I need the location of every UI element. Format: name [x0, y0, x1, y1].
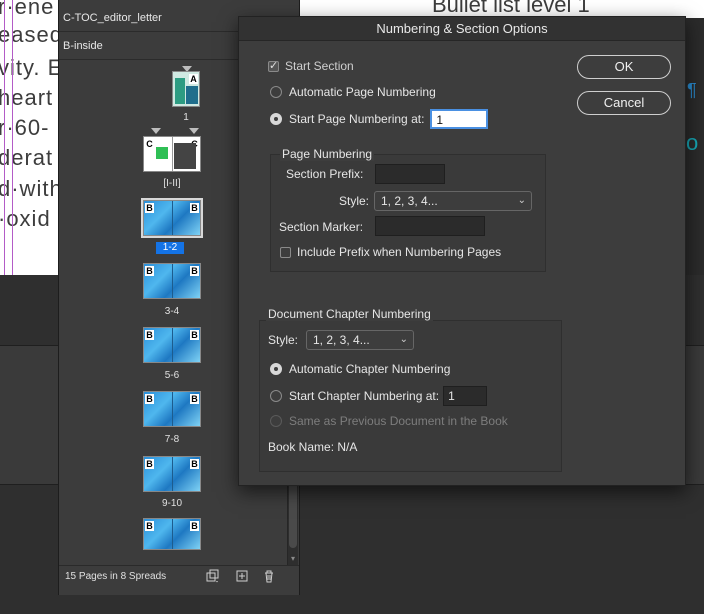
pages-panel-footer: 15 Pages in 8 Spreads: [59, 565, 299, 587]
spread-label-selected[interactable]: 1-2: [156, 242, 184, 254]
page-thumbnail[interactable]: A: [172, 71, 200, 107]
spread-thumbnail[interactable]: B B: [143, 263, 201, 299]
book-name-text: Book Name: N/A: [268, 440, 358, 454]
numbering-section-options-dialog: Numbering & Section Options Start Sectio…: [238, 16, 686, 486]
same-as-previous-radio: [270, 415, 282, 427]
page-count-text: 15 Pages in 8 Spreads: [65, 571, 167, 582]
section-prefix-label: Section Prefix:: [286, 167, 364, 181]
document-text-line: heart: [0, 85, 54, 110]
include-prefix-checkbox[interactable]: [280, 246, 291, 258]
spread-thumbnail[interactable]: B B: [143, 518, 201, 550]
automatic-page-numbering-option[interactable]: Automatic Page Numbering: [270, 85, 436, 99]
master-prefix-badge: B: [190, 394, 199, 404]
section-marker-label: Section Marker:: [279, 220, 364, 234]
spread-label[interactable]: 9-10: [142, 498, 202, 510]
spread-label[interactable]: 1: [156, 112, 216, 124]
spread-thumbnail[interactable]: B B: [143, 327, 201, 363]
master-prefix-badge: B: [190, 521, 199, 531]
document-text-line: r·60-: [0, 115, 50, 140]
include-prefix-label: Include Prefix when Numbering Pages: [297, 245, 502, 259]
chapter-style-label: Style:: [268, 333, 299, 347]
start-chapter-number-input[interactable]: 1: [443, 386, 488, 406]
document-text-line: ·oxid: [0, 206, 51, 231]
spread-label[interactable]: [I-II]: [142, 178, 202, 190]
margin-guide: [12, 0, 13, 275]
same-as-previous-option: Same as Previous Document in the Book: [270, 414, 508, 428]
document-text-line: eased: [0, 22, 60, 47]
chevron-down-icon: ⌄: [399, 334, 408, 345]
spread-label[interactable]: 5-6: [142, 370, 202, 382]
master-prefix-badge: B: [145, 266, 154, 276]
start-page-number-input[interactable]: 1: [430, 109, 489, 129]
document-page: r·ene eased vity. E heart r·60- derat d·…: [0, 0, 60, 275]
spread-label[interactable]: 3-4: [142, 306, 202, 318]
start-chapter-numbering-radio[interactable]: [270, 390, 282, 402]
spread-thumbnail[interactable]: B B: [143, 391, 201, 427]
start-page-numbering-radio[interactable]: [270, 113, 282, 125]
document-text-line: derat: [0, 145, 54, 170]
page-style-value: 1, 2, 3, 4...: [381, 194, 438, 208]
same-as-previous-label: Same as Previous Document in the Book: [289, 414, 508, 428]
master-prefix-badge: B: [190, 330, 199, 340]
spread-thumbnail[interactable]: B B: [143, 456, 201, 492]
spread-thumbnail[interactable]: B B: [141, 198, 203, 238]
automatic-chapter-numbering-option[interactable]: Automatic Chapter Numbering: [270, 362, 450, 376]
master-prefix-badge: C: [145, 139, 154, 149]
automatic-page-numbering-label: Automatic Page Numbering: [289, 85, 436, 99]
automatic-chapter-numbering-radio[interactable]: [270, 363, 282, 375]
master-prefix-badge: B: [145, 394, 154, 404]
start-section-checkbox-row[interactable]: Start Section: [268, 59, 354, 73]
chapter-numbering-title: Document Chapter Numbering: [266, 307, 433, 321]
new-page-icon[interactable]: [234, 569, 250, 585]
edit-page-size-icon[interactable]: [205, 569, 221, 585]
start-section-label: Start Section: [285, 59, 354, 73]
master-applied-marker: [189, 128, 199, 134]
page-numbering-title: Page Numbering: [280, 147, 375, 161]
trash-icon[interactable]: [261, 569, 277, 585]
start-section-checkbox[interactable]: [268, 59, 279, 72]
scroll-down-icon[interactable]: ▾: [289, 555, 297, 563]
start-page-numbering-label: Start Page Numbering at:: [289, 112, 425, 126]
document-text-line: d·with: [0, 176, 60, 201]
master-prefix-badge: B: [190, 203, 199, 213]
dialog-title: Numbering & Section Options: [239, 17, 685, 41]
master-applied-marker: [151, 128, 161, 134]
document-teal-text: o: [686, 130, 699, 155]
chapter-style-value: 1, 2, 3, 4...: [313, 333, 370, 347]
pilcrow-mark: ¶: [687, 80, 697, 100]
cancel-button[interactable]: Cancel: [577, 91, 671, 115]
chapter-style-select[interactable]: 1, 2, 3, 4... ⌄: [306, 330, 414, 350]
master-prefix-badge: B: [145, 459, 154, 469]
document-text-line: r·ene: [0, 0, 55, 19]
start-page-numbering-option[interactable]: Start Page Numbering at: 1: [270, 109, 489, 129]
section-prefix-input[interactable]: [375, 164, 445, 184]
start-chapter-numbering-label: Start Chapter Numbering at:: [289, 389, 440, 403]
include-prefix-checkbox-row[interactable]: Include Prefix when Numbering Pages: [280, 245, 501, 259]
margin-guide: [4, 0, 5, 275]
ok-button[interactable]: OK: [577, 55, 671, 79]
master-prefix-badge: A: [189, 74, 198, 84]
page-style-select[interactable]: 1, 2, 3, 4... ⌄: [374, 191, 532, 211]
start-chapter-numbering-option[interactable]: Start Chapter Numbering at: 1: [270, 386, 488, 406]
automatic-chapter-numbering-label: Automatic Chapter Numbering: [289, 362, 451, 376]
page-style-label: Style:: [339, 194, 370, 208]
master-prefix-badge: B: [190, 266, 199, 276]
automatic-page-numbering-radio[interactable]: [270, 86, 282, 98]
document-text-line: vity. E: [0, 55, 60, 80]
section-marker-input[interactable]: [375, 216, 485, 236]
chevron-down-icon: ⌄: [517, 195, 526, 206]
master-prefix-badge: B: [145, 521, 154, 531]
spread-thumbnail[interactable]: C C: [143, 136, 201, 172]
spread-label[interactable]: 7-8: [142, 434, 202, 446]
master-prefix-badge: B: [145, 203, 154, 213]
master-prefix-badge: B: [145, 330, 154, 340]
master-prefix-badge: B: [190, 459, 199, 469]
